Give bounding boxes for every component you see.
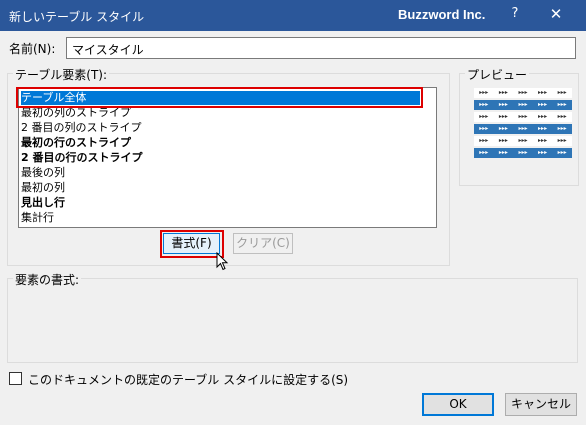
preview-cell: ▸▸▸ [493, 100, 514, 110]
preview-cell: ▸▸▸ [513, 112, 533, 122]
preview-cell: ▸▸▸ [552, 136, 572, 146]
preview-row: ▸▸▸ ▸▸▸ ▸▸▸ ▸▸▸ ▸▸▸ [474, 124, 572, 134]
preview-cell: ▸▸▸ [552, 100, 572, 110]
mouse-cursor-icon [216, 252, 229, 271]
preview-cell: ▸▸▸ [532, 148, 553, 158]
title-bar: 新しいテーブル スタイル Buzzword Inc. ? ✕ [0, 0, 586, 31]
list-item[interactable]: 最初の列 [21, 181, 65, 195]
preview-cell: ▸▸▸ [532, 124, 553, 134]
preview-cell: ▸▸▸ [552, 148, 572, 158]
preview-cell: ▸▸▸ [552, 88, 572, 98]
preview-cell: ▸▸▸ [474, 124, 494, 134]
name-input[interactable]: マイスタイル [66, 37, 576, 59]
preview-cell: ▸▸▸ [493, 112, 514, 122]
preview-row: ▸▸▸ ▸▸▸ ▸▸▸ ▸▸▸ ▸▸▸ [474, 88, 572, 98]
preview-row: ▸▸▸ ▸▸▸ ▸▸▸ ▸▸▸ ▸▸▸ [474, 100, 572, 110]
preview-cell: ▸▸▸ [532, 112, 553, 122]
preview-cell: ▸▸▸ [493, 136, 514, 146]
cancel-button[interactable]: キャンセル [505, 393, 577, 416]
help-icon[interactable]: ? [505, 6, 525, 26]
elements-label: テーブル要素(T): [13, 66, 110, 83]
list-item[interactable]: 集計行 [21, 211, 54, 225]
format-description-label: 要素の書式: [13, 271, 82, 288]
preview-cell: ▸▸▸ [493, 88, 514, 98]
list-item[interactable]: 2 番目の行のストライプ [21, 151, 142, 165]
preview-cell: ▸▸▸ [532, 136, 553, 146]
table-preview: ▸▸▸ ▸▸▸ ▸▸▸ ▸▸▸ ▸▸▸ ▸▸▸ ▸▸▸ ▸▸▸ ▸▸▸ ▸▸▸ ▸▸▸ ▸▸▸ ▸▸▸ ▸… [474, 88, 572, 160]
default-style-checkbox[interactable] [9, 372, 22, 385]
preview-cell: ▸▸▸ [493, 148, 514, 158]
format-description-group [7, 278, 578, 363]
table-element-listbox[interactable]: ▲ ▼ テーブル全体最初の列のストライプ2 番目の列のストライプ最初の行のストラ… [18, 87, 437, 228]
preview-cell: ▸▸▸ [552, 112, 572, 122]
preview-cell: ▸▸▸ [532, 88, 553, 98]
list-item[interactable]: 見出し行 [21, 196, 65, 210]
preview-cell: ▸▸▸ [474, 136, 494, 146]
preview-cell: ▸▸▸ [513, 124, 533, 134]
preview-cell: ▸▸▸ [552, 124, 572, 134]
preview-cell: ▸▸▸ [493, 124, 514, 134]
list-item[interactable]: 2 番目の列のストライプ [21, 121, 142, 135]
preview-cell: ▸▸▸ [474, 88, 494, 98]
ok-button[interactable]: OK [422, 393, 494, 416]
preview-cell: ▸▸▸ [513, 88, 533, 98]
preview-cell: ▸▸▸ [474, 148, 494, 158]
preview-cell: ▸▸▸ [513, 100, 533, 110]
clear-button[interactable]: クリア(C) [233, 233, 293, 254]
name-label: 名前(N): [9, 42, 56, 56]
preview-row: ▸▸▸ ▸▸▸ ▸▸▸ ▸▸▸ ▸▸▸ [474, 112, 572, 122]
close-icon[interactable]: ✕ [545, 5, 567, 27]
preview-cell: ▸▸▸ [513, 136, 533, 146]
dialog-title: 新しいテーブル スタイル [9, 10, 145, 24]
preview-cell: ▸▸▸ [474, 100, 494, 110]
preview-cell: ▸▸▸ [474, 112, 494, 122]
list-item[interactable]: 最初の行のストライプ [21, 136, 131, 150]
format-highlight-frame [160, 230, 224, 258]
default-style-label: このドキュメントの既定のテーブル スタイルに設定する(S) [28, 373, 349, 387]
preview-row: ▸▸▸ ▸▸▸ ▸▸▸ ▸▸▸ ▸▸▸ [474, 136, 572, 146]
preview-cell: ▸▸▸ [532, 100, 553, 110]
preview-row: ▸▸▸ ▸▸▸ ▸▸▸ ▸▸▸ ▸▸▸ [474, 148, 572, 158]
brand-label: Buzzword Inc. [398, 7, 486, 22]
list-item[interactable]: 最後の列 [21, 166, 65, 180]
selection-highlight-frame [16, 87, 423, 108]
list-item[interactable]: 最初の列のストライプ [21, 106, 131, 120]
preview-label: プレビュー [465, 66, 530, 83]
preview-cell: ▸▸▸ [513, 148, 533, 158]
